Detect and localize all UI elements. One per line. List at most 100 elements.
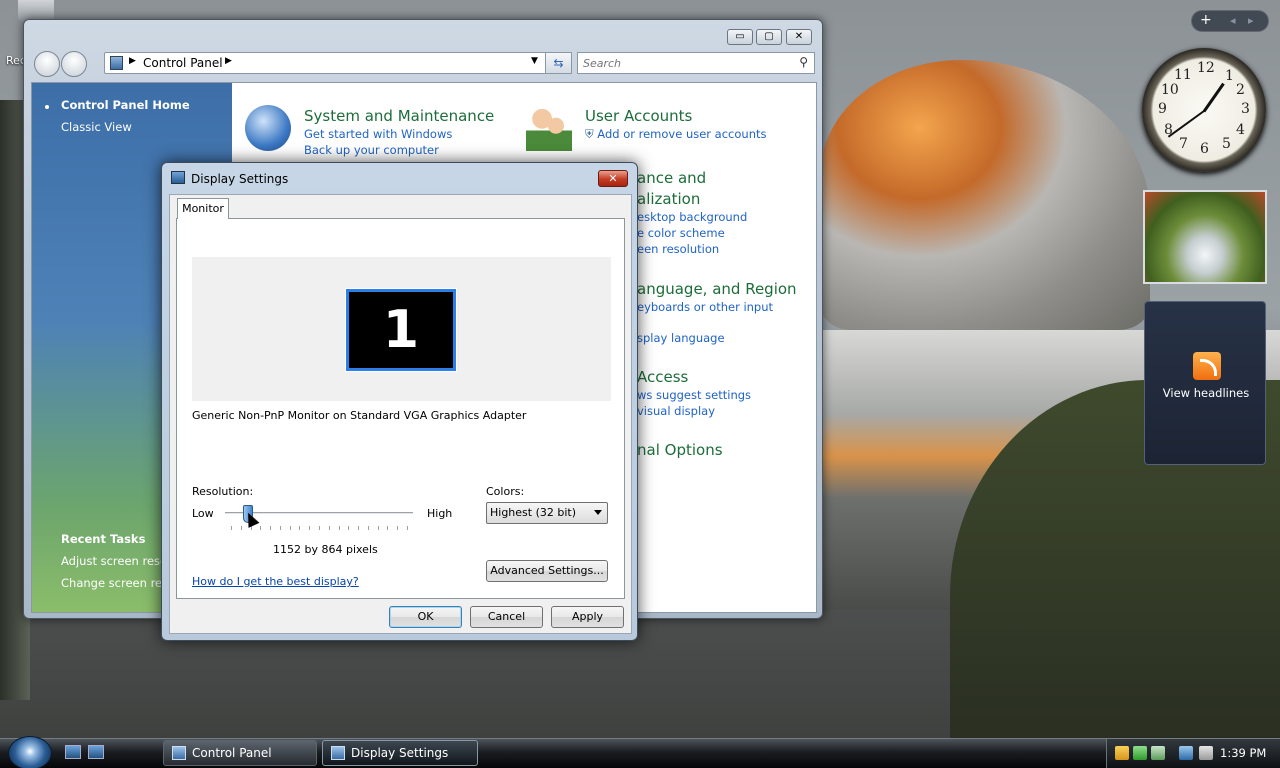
prev-gadget-button[interactable]: ◂: [1230, 14, 1236, 27]
slider-tick: [338, 526, 340, 530]
monitor-tab-pane: 1 Generic Non-PnP Monitor on Standard VG…: [176, 218, 625, 599]
forward-button[interactable]: [61, 51, 87, 77]
start-button[interactable]: [8, 736, 52, 768]
category-title[interactable]: System and Maintenance: [304, 107, 494, 125]
category-link[interactable]: Get started with Windows: [304, 127, 494, 141]
feed-headlines-label[interactable]: View headlines: [1145, 386, 1267, 400]
category-title[interactable]: Access: [637, 368, 751, 386]
slider-tick: [240, 526, 242, 530]
category-link[interactable]: e color scheme: [637, 226, 747, 240]
breadcrumb-arrow-icon[interactable]: ▶: [225, 56, 232, 66]
category-link[interactable]: visual display: [637, 404, 751, 418]
colors-label: Colors:: [486, 485, 525, 498]
clock-gadget[interactable]: 12 1 2 3 4 5 6 7 8 9 10 11: [1142, 48, 1266, 172]
minimize-button[interactable]: ▭: [727, 29, 753, 45]
slider-tick: [387, 526, 389, 530]
resolution-high-label: High: [427, 507, 453, 520]
user-accounts-icon[interactable]: [526, 105, 572, 151]
clock-number: 4: [1236, 122, 1245, 138]
sidebar-gadget-controls: + ◂ ▸: [1191, 10, 1269, 32]
category-title[interactable]: anguage, and Region: [637, 280, 797, 298]
close-button[interactable]: ✕: [786, 29, 812, 45]
network-icon[interactable]: [1179, 746, 1193, 760]
resolution-low-label: Low: [192, 507, 214, 520]
volume-muted-icon[interactable]: [1199, 746, 1213, 760]
address-dropdown-icon[interactable]: ▼: [531, 56, 538, 66]
breadcrumb-control-panel[interactable]: Control Panel: [143, 56, 223, 70]
maximize-button[interactable]: ▢: [756, 29, 782, 45]
clock-number: 12: [1197, 60, 1215, 76]
category-link[interactable]: een resolution: [637, 242, 747, 256]
slider-tick: [348, 526, 350, 530]
network-status-icon[interactable]: [1151, 746, 1165, 760]
slider-tick: [367, 526, 369, 530]
refresh-button[interactable]: ⇆: [545, 52, 572, 74]
switch-windows-icon[interactable]: [88, 745, 104, 759]
category-title[interactable]: User Accounts: [585, 107, 767, 125]
taskbar-item-label: Display Settings: [351, 746, 449, 760]
recent-task-link[interactable]: Change screen reac: [61, 576, 176, 590]
taskbar-item-display-settings[interactable]: Display Settings: [322, 740, 478, 766]
taskbar-clock[interactable]: 1:39 PM: [1220, 746, 1266, 760]
tab-monitor[interactable]: Monitor: [177, 198, 229, 219]
advanced-settings-button[interactable]: Advanced Settings...: [486, 560, 608, 582]
feed-headlines-gadget[interactable]: View headlines: [1144, 301, 1266, 465]
dialog-body: Monitor 1 Generic Non-PnP Monitor on Sta…: [169, 194, 632, 634]
category-user-accounts: User Accounts ⛨ Add or remove user accou…: [585, 107, 767, 142]
display-settings-dialog: Display Settings ✕ Monitor 1 Generic Non…: [161, 162, 638, 641]
sidebar-control-panel-home[interactable]: Control Panel Home: [61, 98, 190, 112]
slider-tick: [270, 526, 272, 530]
security-shield-icon[interactable]: [1115, 746, 1129, 760]
category-link[interactable]: ws suggest settings: [637, 388, 751, 402]
best-display-help-link[interactable]: How do I get the best display?: [192, 575, 359, 588]
sidebar-classic-view[interactable]: Classic View: [61, 120, 132, 134]
clock-number: 9: [1158, 101, 1167, 117]
clock-number: 2: [1236, 82, 1245, 98]
category-link[interactable]: ⛨ Add or remove user accounts: [585, 127, 767, 142]
category-link[interactable]: eyboards or other input: [637, 300, 797, 314]
search-icon[interactable]: ⚲: [799, 55, 808, 69]
slideshow-gadget[interactable]: [1143, 190, 1267, 284]
resolution-value: 1152 by 864 pixels: [273, 543, 378, 556]
clock-number: 1: [1225, 68, 1234, 84]
taskbar-item-control-panel[interactable]: Control Panel: [163, 740, 317, 766]
clock-minute-hand: [1167, 110, 1205, 138]
slider-tick: [289, 526, 291, 530]
category-title[interactable]: alization: [637, 190, 747, 208]
next-gadget-button[interactable]: ▸: [1248, 14, 1254, 27]
category-link[interactable]: splay language: [637, 331, 797, 345]
back-button[interactable]: [34, 51, 60, 77]
apply-button[interactable]: Apply: [551, 606, 624, 628]
category-link-text[interactable]: Add or remove user accounts: [597, 127, 766, 141]
colors-dropdown[interactable]: Highest (32 bit): [486, 502, 608, 524]
windows-update-icon[interactable]: [1133, 746, 1147, 760]
dialog-close-button[interactable]: ✕: [598, 170, 628, 187]
slider-tick: [309, 526, 311, 530]
monitor-1-icon[interactable]: 1: [345, 288, 457, 372]
breadcrumb-arrow-icon[interactable]: ▶: [129, 56, 136, 66]
rss-icon: [1193, 352, 1221, 380]
address-bar[interactable]: ▶ Control Panel ▶ ▼: [104, 52, 571, 74]
slider-tick: [299, 526, 301, 530]
cancel-button[interactable]: Cancel: [470, 606, 543, 628]
show-desktop-icon[interactable]: [65, 745, 81, 759]
bullet-icon: [45, 105, 49, 109]
clock-hour-hand: [1202, 82, 1225, 113]
category-link[interactable]: esktop background: [637, 210, 747, 224]
display-settings-icon: [331, 746, 345, 760]
search-input[interactable]: [578, 53, 778, 73]
add-gadget-button[interactable]: +: [1200, 12, 1212, 28]
clock-number: 6: [1200, 141, 1209, 157]
monitor-description: Generic Non-PnP Monitor on Standard VGA …: [192, 409, 527, 422]
category-title[interactable]: nal Options: [637, 441, 723, 459]
shield-icon: ⛨: [585, 127, 594, 141]
clock-number: 7: [1179, 136, 1188, 152]
system-maintenance-icon[interactable]: [245, 105, 291, 151]
category-link[interactable]: Back up your computer: [304, 143, 494, 157]
ok-button[interactable]: OK: [389, 606, 462, 628]
clock-number: 10: [1161, 82, 1179, 98]
category-title[interactable]: ance and: [637, 169, 747, 187]
display-settings-icon: [171, 171, 185, 184]
search-box[interactable]: ⚲: [577, 52, 815, 74]
clock-number: 3: [1241, 101, 1250, 117]
